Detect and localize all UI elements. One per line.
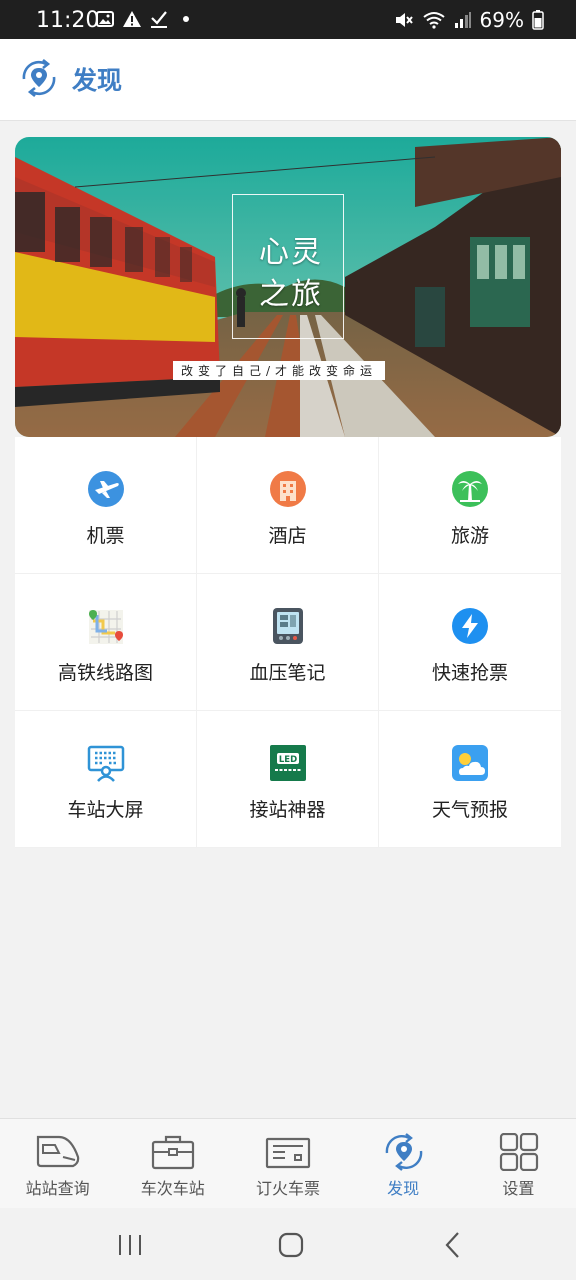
battery-icon [532, 10, 544, 30]
airplane-icon [88, 471, 124, 507]
grid-item-station-screen[interactable]: 车站大屏 [15, 711, 197, 848]
svg-text:LED: LED [279, 755, 297, 765]
banner-image[interactable]: 心灵 之旅 改变了自己/才能改变命运 [15, 137, 561, 437]
tab-train-station[interactable]: 车次车站 [115, 1119, 230, 1208]
grid-item-label: 接站神器 [249, 799, 326, 821]
back-icon[interactable] [438, 1230, 468, 1260]
image-icon [96, 11, 114, 27]
tab-settings[interactable]: 设置 [461, 1119, 576, 1208]
banner-title-line2: 之旅 [259, 277, 323, 312]
tab-label: 发现 [387, 1179, 420, 1198]
station-screen-icon [87, 745, 125, 782]
led-sign-icon: LED [270, 745, 306, 781]
tab-label: 车次车站 [140, 1179, 205, 1198]
wifi-icon [422, 12, 445, 29]
grid-item-pickup-sign[interactable]: LED 接站神器 [197, 711, 379, 848]
tab-label: 设置 [502, 1179, 535, 1198]
ticket-icon [266, 1137, 311, 1169]
status-time: 11:20 [36, 8, 100, 33]
briefcase-icon [152, 1135, 195, 1170]
settings-grid-icon [499, 1133, 538, 1171]
discover-icon [385, 1133, 422, 1171]
hotel-icon [270, 471, 306, 507]
tab-discover[interactable]: 发现 [346, 1119, 461, 1208]
tab-book-ticket[interactable]: 订火车票 [230, 1119, 345, 1208]
grid-item-label: 血压笔记 [249, 662, 326, 684]
palm-tree-icon [452, 471, 488, 507]
tab-station-query[interactable]: 站站查询 [0, 1119, 115, 1208]
grid-item-label: 高铁线路图 [57, 662, 153, 684]
train-icon [36, 1135, 80, 1168]
status-bar: 11:20 69% [0, 0, 576, 39]
grid-item-flight[interactable]: 机票 [15, 437, 197, 574]
route-map-icon [89, 610, 123, 644]
grid-item-label: 车站大屏 [67, 799, 144, 821]
blood-pressure-monitor-icon [273, 608, 303, 644]
banner-title-line1: 心灵 [259, 235, 323, 270]
grid-item-quick-ticket[interactable]: 快速抢票 [379, 574, 561, 711]
lightning-icon [452, 608, 488, 644]
grid-item-label: 酒店 [268, 525, 307, 547]
warning-icon [123, 11, 141, 27]
weather-icon [452, 745, 488, 781]
grid-item-label: 机票 [86, 525, 125, 547]
system-navigation-bar [0, 1208, 576, 1280]
banner-slogan: 改变了自己/才能改变命运 [173, 361, 386, 380]
feature-grid: 机票 酒店 旅游 高铁线路图 血压笔记 快速抢票 车站大屏 LED 接站神器 天… [15, 437, 561, 848]
recent-apps-icon[interactable] [115, 1230, 145, 1260]
grid-item-blood-pressure[interactable]: 血压笔记 [197, 574, 379, 711]
grid-item-label: 快速抢票 [431, 662, 508, 684]
home-icon[interactable] [276, 1230, 306, 1260]
grid-item-travel[interactable]: 旅游 [379, 437, 561, 574]
page-header: 发现 [0, 39, 576, 121]
bottom-navigation: 站站查询 车次车站 订火车票 发现 设置 [0, 1118, 576, 1208]
discover-location-icon [22, 58, 56, 98]
grid-item-weather[interactable]: 天气预报 [379, 711, 561, 848]
grid-item-label: 旅游 [450, 525, 489, 547]
grid-item-rail-map[interactable]: 高铁线路图 [15, 574, 197, 711]
tab-label: 站站查询 [25, 1179, 90, 1198]
grid-item-hotel[interactable]: 酒店 [197, 437, 379, 574]
tab-label: 订火车票 [255, 1179, 320, 1198]
signal-icon [454, 12, 471, 28]
grid-item-label: 天气预报 [431, 799, 508, 821]
dot-icon [183, 16, 189, 22]
page-title: 发现 [72, 66, 123, 95]
mute-icon [395, 13, 413, 27]
battery-percentage: 69% [479, 8, 524, 32]
check-icon [151, 11, 167, 28]
